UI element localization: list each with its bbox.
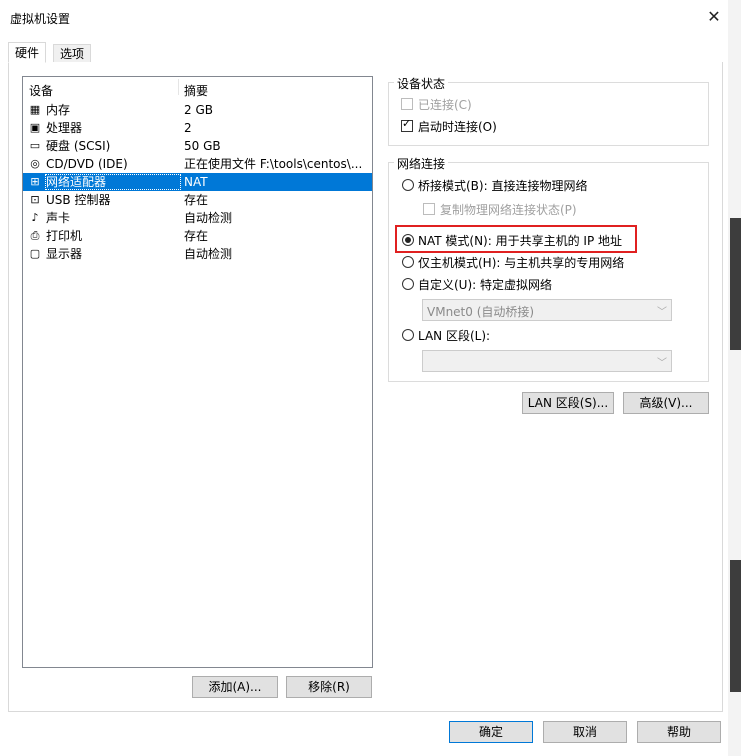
connect-on-start-label: 启动时连接(O): [418, 120, 497, 134]
bridged-label: 桥接模式(B): 直接连接物理网络: [418, 179, 588, 193]
device-summary: 自动检测: [184, 211, 233, 225]
device-summary: NAT: [184, 175, 208, 189]
bridged-radio[interactable]: [402, 179, 414, 191]
remove-button[interactable]: 移除(R): [286, 676, 372, 698]
device-name: 处理器: [46, 121, 83, 135]
usb-icon: ⊡: [30, 193, 40, 206]
device-name: 打印机: [46, 229, 83, 243]
device-name: USB 控制器: [46, 193, 111, 207]
device-summary: 50 GB: [184, 139, 221, 153]
device-summary: 2: [184, 121, 192, 135]
printer-icon: ⎙: [30, 229, 40, 242]
device-row-memory[interactable]: ▦ 内存 2 GB: [23, 101, 372, 119]
device-summary: 自动检测: [184, 247, 233, 261]
nat-radio[interactable]: [402, 234, 414, 246]
background-window-edge: [728, 0, 741, 756]
device-row-network-adapter[interactable]: ⊞ 网络适配器 NAT: [23, 173, 372, 191]
memory-icon: ▦: [29, 103, 41, 116]
lan-segment-select[interactable]: ﹀: [422, 350, 672, 372]
replicate-state-checkbox[interactable]: [423, 203, 435, 215]
device-row-monitor[interactable]: ▢ 显示器 自动检测: [23, 245, 372, 263]
ok-button[interactable]: 确定: [449, 721, 533, 743]
custom-network-select[interactable]: VMnet0 (自动桥接) ﹀: [422, 299, 672, 321]
chevron-down-icon: ﹀: [657, 358, 667, 369]
column-header-summary[interactable]: 摘要: [184, 82, 208, 99]
cd-dvd-icon: ◎: [30, 157, 40, 170]
tab-options[interactable]: 选项: [53, 44, 92, 62]
device-row-usb[interactable]: ⊡ USB 控制器 存在: [23, 191, 372, 209]
hostonly-label: 仅主机模式(H): 与主机共享的专用网络: [418, 256, 625, 270]
device-name: CD/DVD (IDE): [46, 157, 128, 171]
device-name: 声卡: [46, 211, 71, 225]
device-name: 网络适配器: [46, 175, 107, 189]
connected-checkbox[interactable]: [401, 98, 413, 110]
lan-segments-button[interactable]: LAN 区段(S)...: [522, 392, 614, 414]
device-row-harddisk[interactable]: ▭ 硬盘 (SCSI) 50 GB: [23, 137, 372, 155]
cancel-button[interactable]: 取消: [543, 721, 627, 743]
connected-label: 已连接(C): [418, 98, 472, 112]
device-row-printer[interactable]: ⎙ 打印机 存在: [23, 227, 372, 245]
device-summary: 正在使用文件 F:\tools\centos\...: [184, 157, 363, 171]
custom-label: 自定义(U): 特定虚拟网络: [418, 278, 553, 292]
custom-network-value: VMnet0 (自动桥接): [427, 305, 535, 319]
add-button[interactable]: 添加(A)...: [192, 676, 278, 698]
network-connection-group: [388, 162, 709, 382]
lan-segment-label: LAN 区段(L):: [418, 329, 491, 343]
device-name: 硬盘 (SCSI): [46, 139, 111, 153]
monitor-icon: ▢: [29, 247, 41, 260]
device-summary: 2 GB: [184, 103, 213, 117]
device-summary: 存在: [184, 193, 209, 207]
device-list-header: 设备 摘要: [23, 77, 372, 99]
help-button[interactable]: 帮助: [637, 721, 721, 743]
tab-hardware[interactable]: 硬件: [8, 42, 47, 63]
device-status-label: 设备状态: [394, 75, 449, 92]
nat-label: NAT 模式(N): 用于共享主机的 IP 地址: [418, 234, 623, 248]
window-title: 虚拟机设置: [10, 12, 71, 26]
column-header-device[interactable]: 设备: [29, 82, 53, 99]
device-row-cpu[interactable]: ▣ 处理器 2: [23, 119, 372, 137]
speaker-icon: ♪: [31, 211, 39, 224]
radio-selected-dot: [405, 237, 411, 243]
cpu-icon: ▣: [29, 121, 41, 134]
device-row-sound[interactable]: ♪ 声卡 自动检测: [23, 209, 372, 227]
close-icon[interactable]: ✕: [704, 8, 724, 28]
chevron-down-icon: ﹀: [657, 307, 667, 318]
replicate-state-label: 复制物理网络连接状态(P): [440, 203, 577, 217]
hostonly-radio[interactable]: [402, 256, 414, 268]
connect-on-start-checkbox[interactable]: ✓: [401, 117, 413, 132]
check-mark-icon: ✓: [402, 117, 412, 130]
harddisk-icon: ▭: [29, 139, 41, 152]
advanced-button[interactable]: 高级(V)...: [623, 392, 709, 414]
device-row-cd-dvd[interactable]: ◎ CD/DVD (IDE) 正在使用文件 F:\tools\centos\..…: [23, 155, 372, 173]
lan-segment-radio[interactable]: [402, 329, 414, 341]
device-list[interactable]: 设备 摘要 ▦ 内存 2 GB ▣ 处理器 2 ▭ 硬盘 (SCSI) 50 G…: [22, 76, 373, 668]
network-adapter-icon: ⊞: [30, 175, 40, 188]
device-name: 显示器: [46, 247, 83, 261]
custom-radio[interactable]: [402, 278, 414, 290]
network-connection-label: 网络连接: [394, 155, 449, 172]
device-name: 内存: [46, 103, 71, 117]
device-summary: 存在: [184, 229, 209, 243]
